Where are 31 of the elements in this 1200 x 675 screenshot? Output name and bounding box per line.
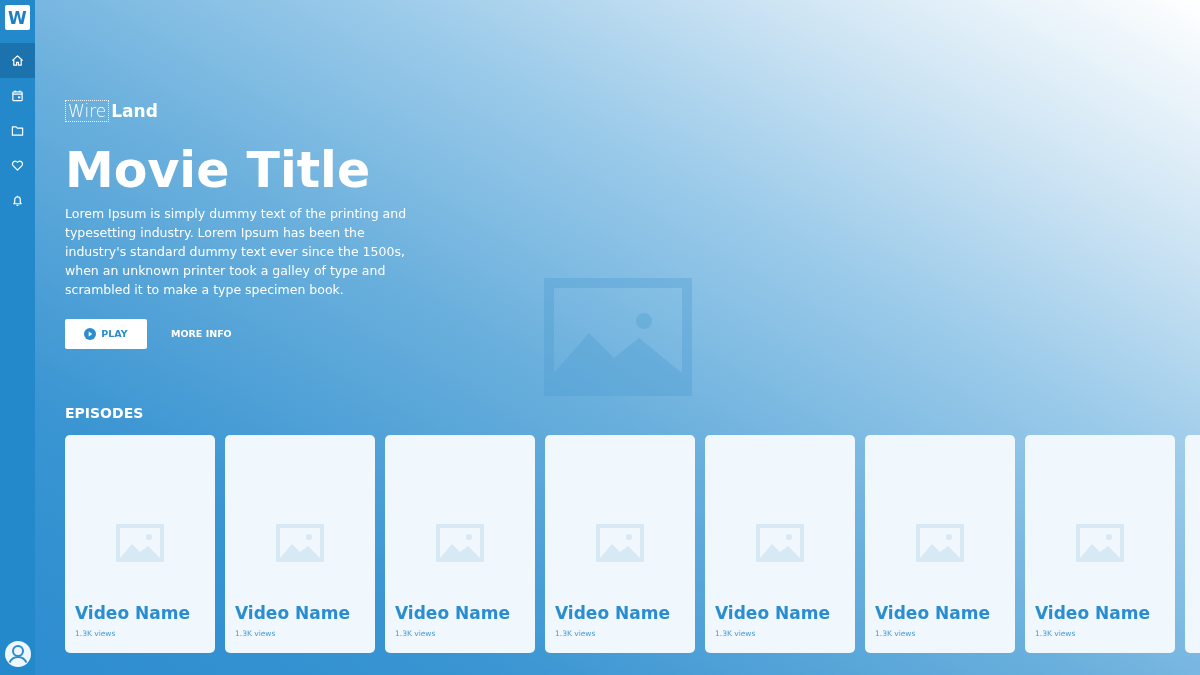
movie-description: Lorem Ipsum is simply dummy text of the printing and typesetting industry. Lorem Ipsum has been the industry's standard dummy text ever since the 1500s, when an unknown printer took a galley of type and scrambled it to make a type specimen book. (65, 204, 408, 299)
image-placeholder-icon (1076, 523, 1124, 562)
video-name: Video Name (75, 602, 190, 623)
heart-icon (11, 159, 24, 172)
more-info-button[interactable]: MORE INFO (171, 328, 232, 340)
image-placeholder-icon (544, 278, 692, 396)
user-avatar-icon[interactable] (4, 641, 31, 667)
play-button[interactable]: PLAY (65, 318, 147, 349)
video-name: Video Name (715, 602, 830, 623)
image-placeholder-icon (116, 523, 164, 562)
image-placeholder-icon (596, 523, 644, 562)
image-placeholder-icon (276, 523, 324, 562)
home-nav-button[interactable] (0, 43, 35, 78)
app-logo[interactable]: W (5, 5, 30, 30)
video-name: Video Name (1035, 602, 1150, 623)
brand-logo-light: Wire (65, 100, 110, 122)
home-icon (11, 54, 24, 67)
calendar-icon (11, 89, 24, 102)
folder-icon (11, 124, 24, 137)
bell-icon (11, 194, 24, 207)
video-name: Video Name (555, 602, 670, 623)
image-placeholder-icon (916, 523, 964, 562)
episodes-heading: EPISODES (65, 404, 145, 421)
video-name: Video Name (235, 602, 350, 623)
image-placeholder-icon (436, 523, 484, 562)
brand-logo-bold: Land (111, 101, 158, 121)
video-name: Video Name (395, 602, 510, 623)
image-placeholder-icon (756, 523, 804, 562)
video-name: Video Name (875, 602, 990, 623)
play-icon (84, 327, 97, 340)
movie-title: Movie Title (65, 144, 372, 198)
